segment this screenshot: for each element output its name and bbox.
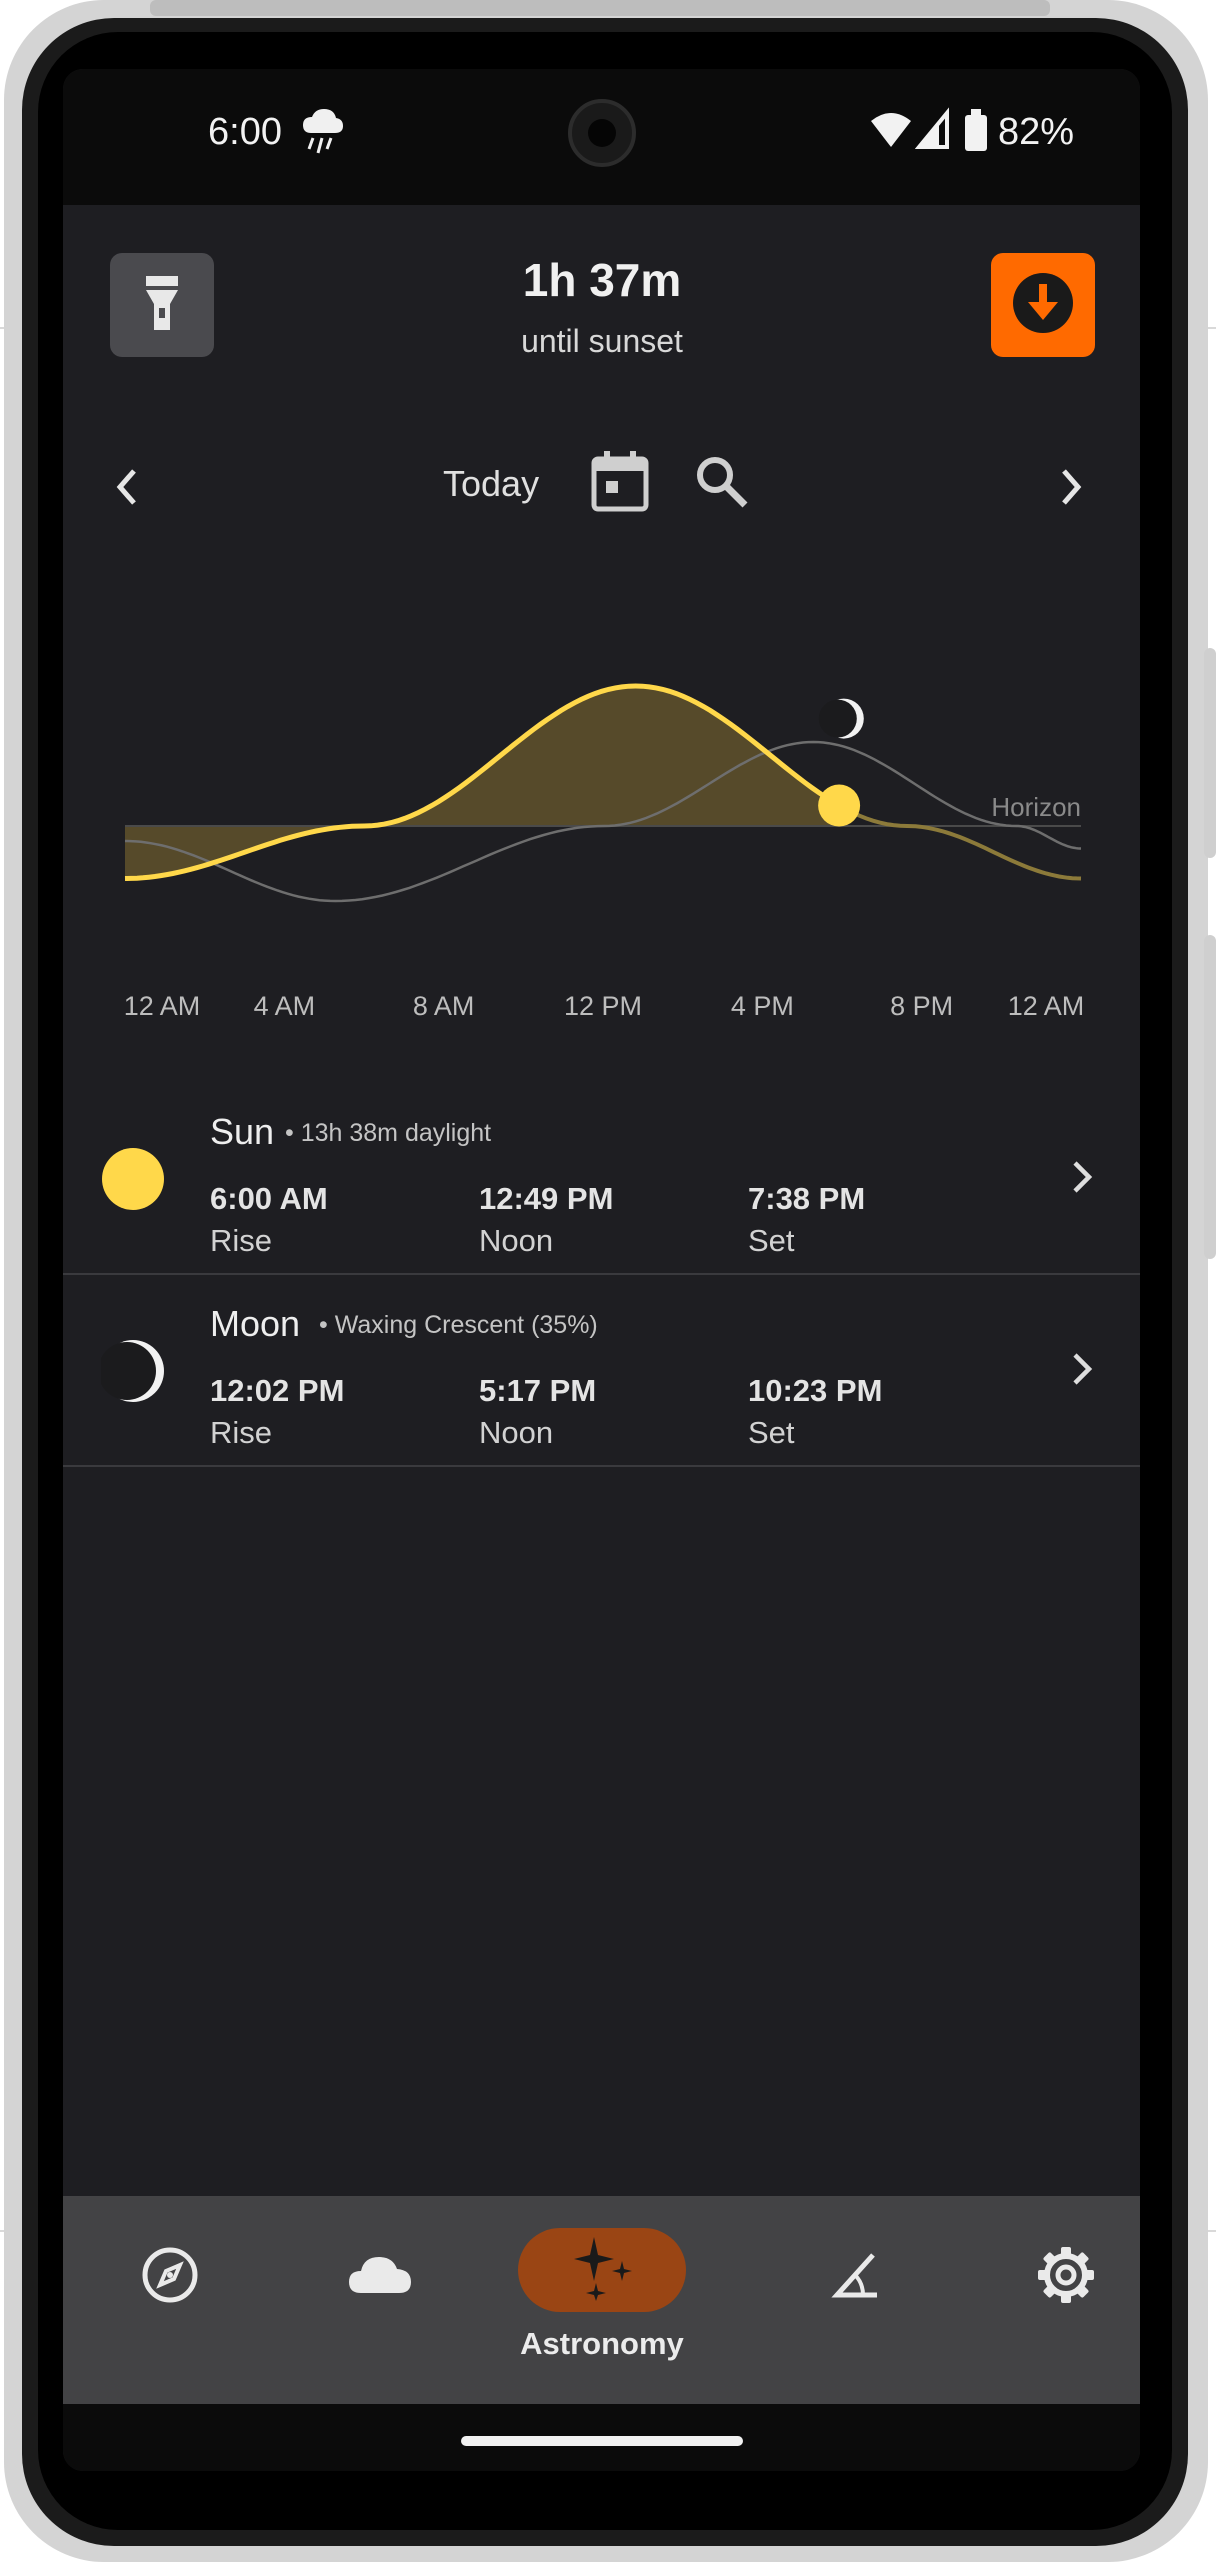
power-button — [1204, 648, 1216, 858]
rain-cloud-icon — [301, 107, 345, 160]
calendar-icon[interactable] — [590, 449, 650, 520]
nav-astronomy-label: Astronomy — [520, 2326, 684, 2361]
moon-title: Moon — [210, 1303, 301, 1344]
wifi-icon — [869, 107, 913, 156]
sun-rise-time: 6:00 AM — [210, 1181, 328, 1216]
next-day-button[interactable] — [1041, 459, 1101, 519]
moon-rise-label: Rise — [210, 1415, 273, 1450]
moon-set-time: 10:23 PM — [748, 1373, 883, 1408]
flashlight-icon — [142, 274, 182, 337]
front-camera — [568, 99, 636, 167]
nav-navigation-tab[interactable] — [133, 2240, 207, 2314]
download-icon — [1010, 270, 1076, 341]
sun-noon-label: Noon — [479, 1223, 554, 1258]
moon-phase-detail: • Waxing Crescent (35%) — [319, 1311, 598, 1339]
horizon-label: Horizon — [991, 792, 1081, 822]
sun-elapsed-area — [125, 686, 842, 879]
nav-weather-tab[interactable] — [343, 2240, 417, 2314]
nav-clinometer-tab[interactable] — [818, 2240, 892, 2314]
sun-rise-label: Rise — [210, 1223, 273, 1258]
cloud-icon — [347, 2253, 413, 2302]
moon-noon-time: 5:17 PM — [479, 1373, 597, 1408]
chevron-right-icon — [1056, 467, 1086, 512]
moon-rise-time: 12:02 PM — [210, 1373, 345, 1408]
cell-signal-icon — [914, 107, 951, 156]
search-icon[interactable] — [693, 453, 749, 514]
sun-set-time: 7:38 PM — [748, 1181, 866, 1216]
gear-icon — [1036, 2245, 1096, 2310]
chevron-left-icon — [112, 467, 142, 512]
moon-set-label: Set — [748, 1415, 795, 1450]
battery-icon — [963, 107, 989, 158]
angle-icon — [829, 2249, 881, 2306]
home-gesture-bar[interactable] — [461, 2436, 743, 2446]
astronomy-sparkle-icon — [566, 2235, 638, 2306]
time-axis-tick-label: 12 AM — [123, 991, 201, 1021]
compass-icon — [141, 2246, 199, 2309]
battery-percentage: 82% — [998, 111, 1075, 153]
app-screen: 6:00 82% 1h 37m until sunset Today Horiz… — [63, 69, 1140, 2471]
time-axis-tick-label: 8 AM — [412, 991, 475, 1021]
time-axis-tick-label: 8 PM — [890, 991, 954, 1021]
nav-settings-tab[interactable] — [1029, 2240, 1103, 2314]
sun-title: Sun — [210, 1111, 275, 1152]
bottom-navigation-bar: Astronomy — [63, 2196, 1140, 2404]
moon-noon-label: Noon — [479, 1415, 554, 1450]
volume-button — [1204, 935, 1216, 1259]
time-axis-tick-label: 4 AM — [253, 991, 316, 1021]
status-bar: 6:00 82% — [63, 69, 1140, 205]
sun-row[interactable]: Sun • 13h 38m daylight 6:00 AM Rise 12:4… — [63, 1081, 1140, 1275]
moon-position-shadow — [818, 699, 857, 738]
moon-crescent-icon — [98, 1339, 165, 1408]
phone-top-edge — [150, 0, 1050, 16]
time-axis-tick-label: 4 PM — [730, 991, 794, 1021]
chevron-right-icon — [1069, 1351, 1095, 1392]
sun-noon-time: 12:49 PM — [479, 1181, 614, 1216]
sun-daylight-detail: • 13h 38m daylight — [285, 1119, 492, 1147]
sun-icon — [101, 1147, 165, 1216]
selected-date-label[interactable]: Today — [443, 463, 539, 505]
download-button[interactable] — [991, 253, 1095, 357]
sun-set-label: Set — [748, 1223, 795, 1258]
sun-position-marker — [818, 784, 861, 827]
status-time: 6:00 — [208, 111, 282, 153]
time-until-sunset-caption: until sunset — [521, 323, 683, 359]
moon-row[interactable]: Moon • Waxing Crescent (35%) 12:02 PM Ri… — [63, 1273, 1140, 1467]
time-axis-tick-label: 12 PM — [563, 991, 643, 1021]
chevron-right-icon — [1069, 1159, 1095, 1200]
flashlight-button[interactable] — [110, 253, 214, 357]
time-until-sunset: 1h 37m — [522, 254, 682, 306]
previous-day-button[interactable] — [97, 459, 157, 519]
nav-astronomy-tab[interactable] — [518, 2228, 686, 2312]
row-divider — [63, 1273, 1140, 1275]
time-axis-tick-label: 12 AM — [1007, 991, 1085, 1021]
